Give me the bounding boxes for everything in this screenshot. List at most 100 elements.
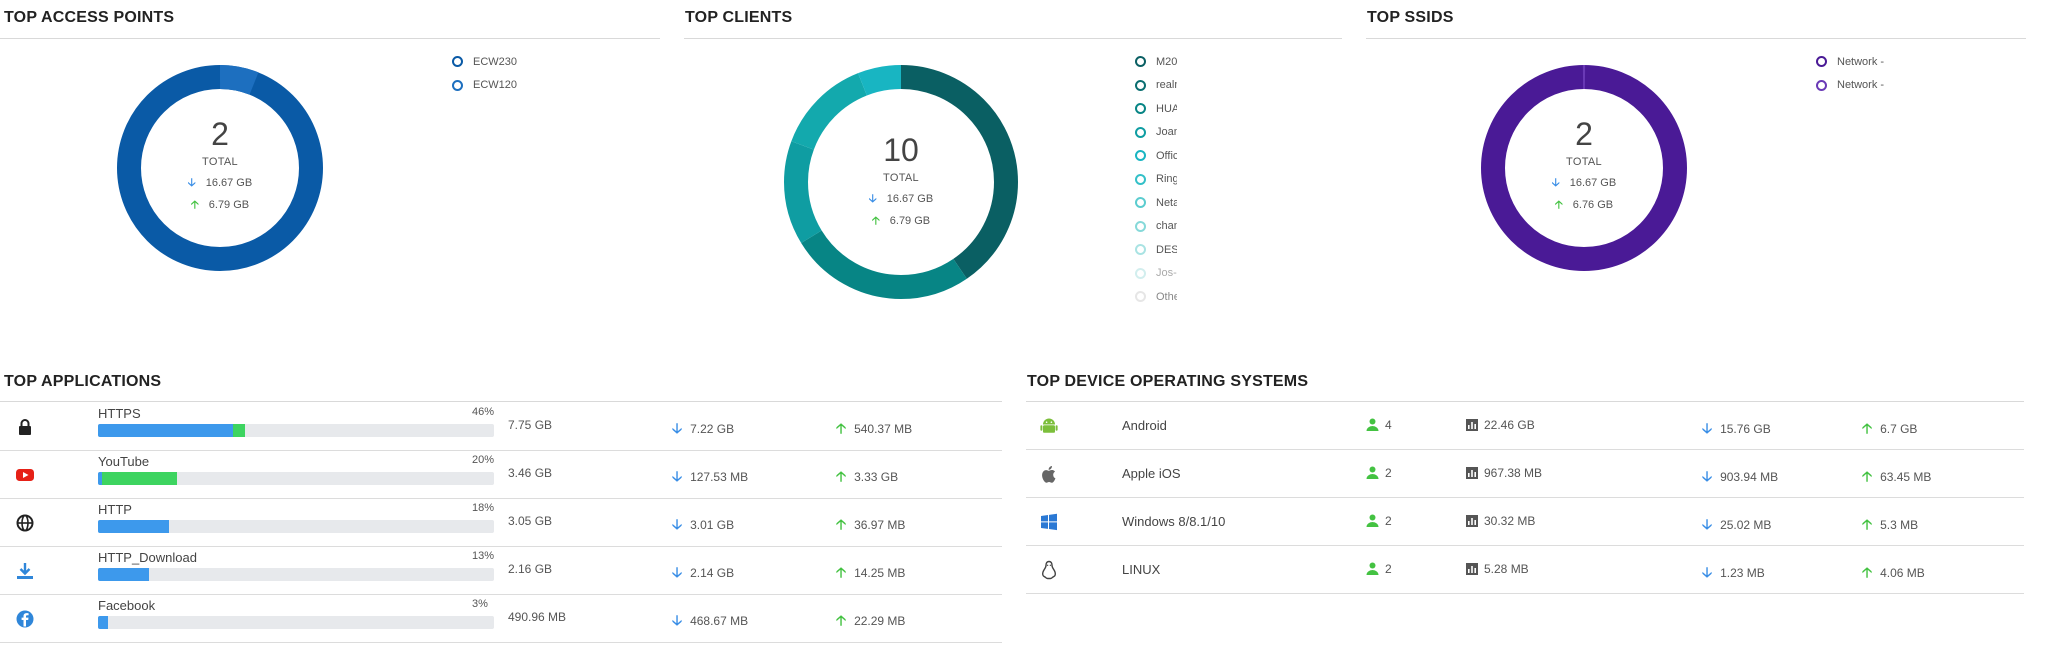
legend-label: Othe [1156, 290, 1177, 303]
down-arrow-icon: 🡣 [672, 516, 683, 532]
application-name: HTTP [98, 502, 132, 517]
down-arrow-icon: 🡣 [1702, 564, 1713, 580]
legend-label: Joan [1156, 126, 1177, 139]
legend-item[interactable]: Network - [1816, 50, 1884, 74]
clients-up-row: 🡡 6.79 GB [851, 212, 951, 231]
donut-segment-ecw120[interactable] [219, 64, 259, 95]
os-download: 🡣 903.94 MB [1702, 468, 1779, 484]
os-usage: 5.28 MB [1466, 562, 1529, 576]
section-title-ssids: TOP SSIDS [1367, 9, 1454, 26]
user-icon [1366, 418, 1379, 431]
legend-item[interactable]: chan [1135, 215, 1177, 239]
globe-icon [16, 514, 34, 532]
up-arrow-icon: 🡡 [190, 199, 199, 211]
bar-fill-upload [232, 424, 245, 437]
youtube-icon [16, 469, 34, 481]
legend-item[interactable]: HUAV [1135, 97, 1177, 121]
legend-item[interactable]: M20 [1135, 50, 1177, 74]
legend-dot-icon [452, 56, 463, 68]
legend-dot-icon [1135, 150, 1146, 162]
legend-label: HUAV [1156, 102, 1177, 115]
divider [684, 38, 1342, 39]
legend-dot-icon [1135, 79, 1146, 91]
ssids-down: 16.67 GB [1569, 177, 1617, 189]
access-points-total: 2 [211, 116, 229, 152]
os-row-linux[interactable]: LINUX 2 5.28 MB 🡣 1.23 MB 🡡 4.06 MB [1026, 546, 2024, 594]
legend-label: Offic [1156, 149, 1177, 162]
legend-label: M20 [1156, 55, 1177, 68]
legend-item[interactable]: Ring- [1135, 168, 1177, 192]
legend-label: ECW120 [473, 79, 518, 92]
legend-item[interactable]: Network - [1816, 74, 1884, 98]
legend-item[interactable]: Neta [1135, 191, 1177, 215]
bar-fill-download [98, 424, 233, 437]
legend-dot-icon [1135, 56, 1146, 68]
os-name: LINUX [1122, 562, 1161, 577]
bar-fill-download [98, 568, 150, 581]
legend-item[interactable]: ECW230 [452, 50, 517, 74]
ssids-total: 2 [1575, 116, 1593, 152]
os-name: Android [1122, 418, 1167, 433]
user-icon [1366, 514, 1379, 527]
down-arrow-icon: 🡣 [1702, 420, 1713, 436]
legend-item[interactable]: Othe [1135, 285, 1177, 309]
down-arrow-icon: 🡣 [1551, 177, 1560, 189]
up-arrow-icon: 🡡 [836, 420, 847, 436]
application-total: 490.96 MB [508, 610, 567, 624]
os-row-android[interactable]: Android 4 22.46 GB 🡣 15.76 GB 🡡 6.7 GB [1026, 402, 2024, 450]
clients-total-label: TOTAL [883, 172, 919, 184]
os-download: 🡣 1.23 MB [1702, 564, 1765, 580]
legend-item[interactable]: Joan [1135, 121, 1177, 145]
application-percent: 13% [472, 550, 495, 562]
application-name: HTTPS [98, 406, 141, 421]
up-arrow-icon: 🡡 [1862, 516, 1873, 532]
os-row-apple-ios[interactable]: Apple iOS 2 967.38 MB 🡣 903.94 MB 🡡 63.45 … [1026, 450, 2024, 498]
access-points-legend: ECW230 ECW120 [452, 50, 517, 97]
up-arrow-icon: 🡡 [836, 516, 847, 532]
application-percent: 18% [472, 502, 495, 514]
ssids-up: 6.76 GB [1572, 199, 1614, 211]
up-arrow-icon: 🡡 [836, 612, 847, 628]
legend-item[interactable]: ECW120 [452, 74, 517, 98]
application-download: 🡣 127.53 MB [672, 468, 749, 484]
windows-icon [1041, 513, 1057, 531]
section-title-applications: TOP APPLICATIONS [4, 373, 162, 390]
legend-label: Ring- [1156, 173, 1177, 186]
application-name: Facebook [98, 598, 156, 613]
download-icon [17, 563, 33, 579]
os-row-windows[interactable]: Windows 8/8.1/10 2 30.32 MB 🡣 25.02 MB 🡡 5… [1026, 498, 2024, 546]
legend-dot-icon [1135, 103, 1146, 115]
legend-dot-icon [1135, 267, 1146, 279]
up-arrow-icon: 🡡 [1862, 564, 1873, 580]
application-row-https[interactable]: HTTPS 46% 7.75 GB 🡣 7.22 GB 🡡 540.37 MB [0, 402, 1002, 451]
bar-fill-download [98, 616, 108, 629]
clients-center: 10 TOTAL 🡣 16.67 GB 🡡 6.79 GB [851, 134, 951, 231]
legend-label: Network - [1837, 55, 1885, 68]
application-row-facebook[interactable]: Facebook 3% 490.96 MB 🡣 468.67 MB 🡡 22.29 … [0, 594, 1002, 643]
application-row-http[interactable]: HTTP 18% 3.05 GB 🡣 3.01 GB 🡡 36.97 MB [0, 498, 1002, 547]
bar-chart-icon [1466, 563, 1478, 575]
legend-dot-icon [1816, 79, 1827, 91]
legend-item[interactable]: Jos-i [1135, 262, 1177, 286]
clients-legend: M20 realn HUAV Joan Offic Ring- Neta cha… [1135, 50, 1177, 309]
apple-icon [1042, 466, 1056, 483]
legend-label: chan [1156, 220, 1177, 233]
legend-item[interactable]: Offic [1135, 144, 1177, 168]
up-arrow-icon: 🡡 [836, 564, 847, 580]
up-arrow-icon: 🡡 [871, 215, 880, 227]
linux-icon [1041, 560, 1057, 580]
application-row-http-download[interactable]: HTTP_Download 13% 2.16 GB 🡣 2.14 GB 🡡 14.2… [0, 546, 1002, 595]
access-points-down-row: 🡣 16.67 GB [170, 174, 270, 193]
application-usage-bar [98, 520, 494, 533]
legend-item[interactable]: realn [1135, 74, 1177, 98]
application-row-youtube[interactable]: YouTube 20% 3.46 GB 🡣 127.53 MB 🡡 3.33 GB [0, 450, 1002, 499]
legend-dot-icon [1135, 291, 1146, 303]
down-arrow-icon: 🡣 [672, 564, 683, 580]
legend-item[interactable]: DESI [1135, 238, 1177, 262]
application-download: 🡣 2.14 GB [672, 564, 735, 580]
ssids-legend: Network - Network - [1816, 50, 1884, 97]
divider [1366, 38, 2026, 39]
clients-down-row: 🡣 16.67 GB [851, 190, 951, 209]
android-icon [1040, 418, 1058, 433]
os-upload: 🡡 63.45 MB [1862, 468, 1932, 484]
